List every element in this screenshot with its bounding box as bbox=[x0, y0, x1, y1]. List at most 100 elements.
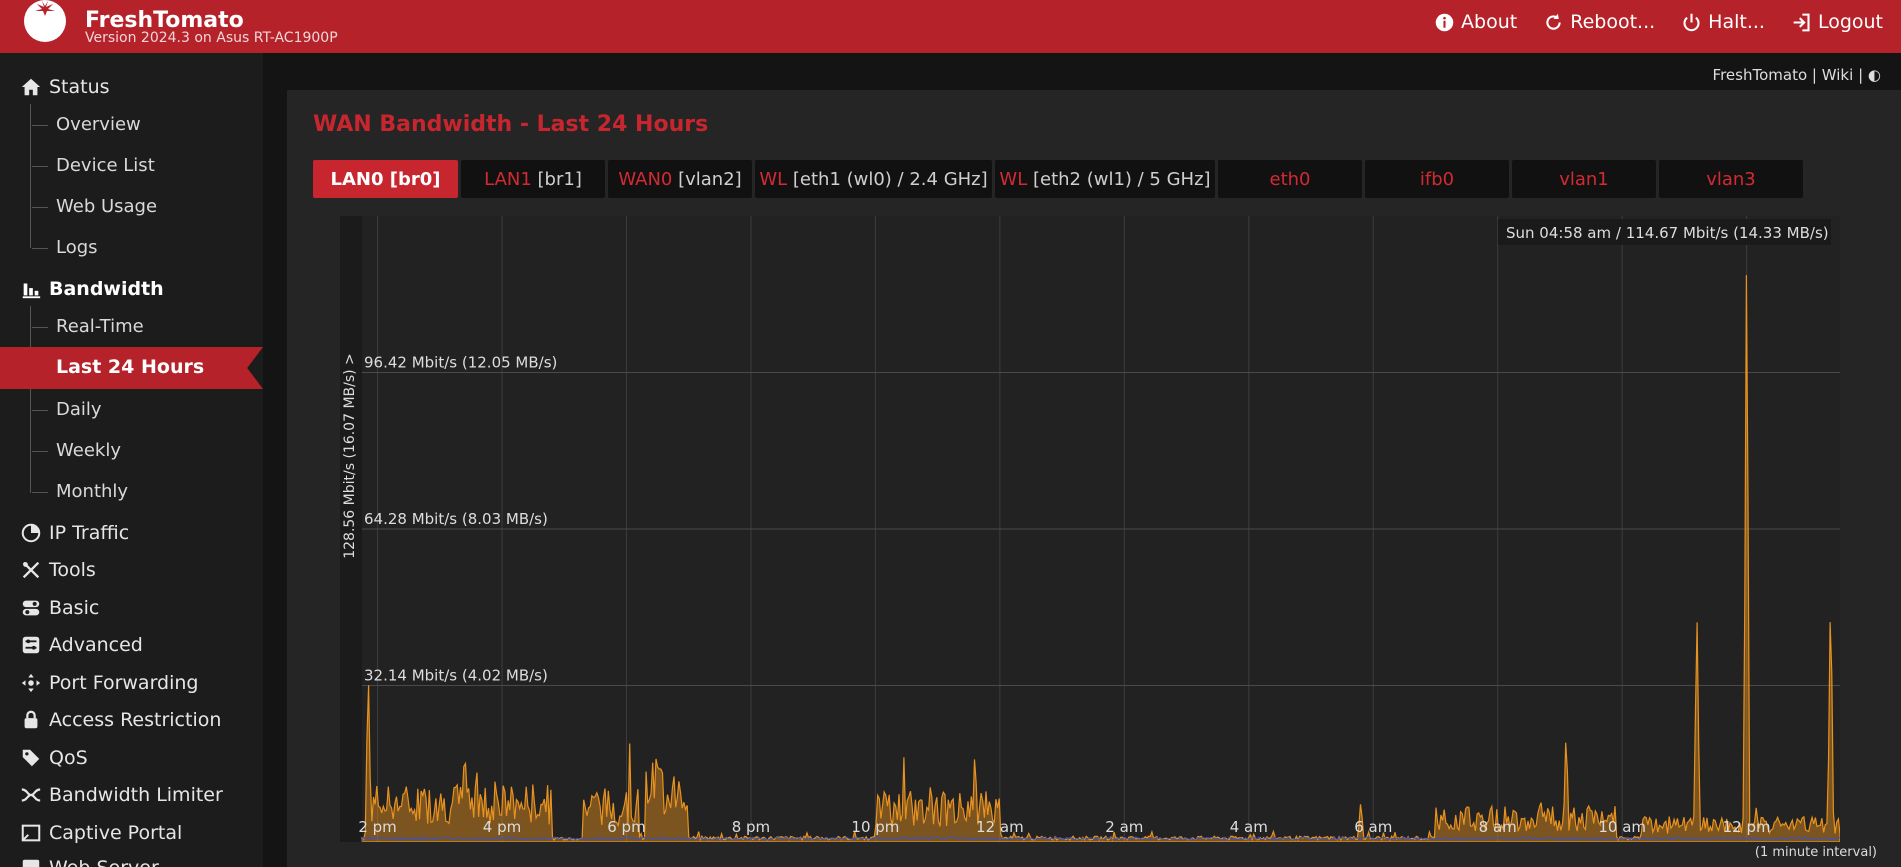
tab-lan0-detail: [br0] bbox=[383, 168, 441, 190]
sidebar-item-captive-portal[interactable]: Captive Portal bbox=[20, 822, 182, 844]
tab-eth0-name: eth0 bbox=[1269, 168, 1311, 190]
sidebar-item-access-restriction[interactable]: Access Restriction bbox=[20, 709, 221, 731]
tab-ifb0-name: ifb0 bbox=[1419, 168, 1455, 190]
bar-chart-icon bbox=[22, 283, 41, 299]
sidebar-label-web-server: Web Server bbox=[49, 857, 159, 867]
x-tick-label: 8 am bbox=[1479, 818, 1517, 836]
sidebar-item-status[interactable]: Status bbox=[20, 76, 110, 98]
about-label: About bbox=[1461, 11, 1518, 33]
app-version: Version 2024.3 on Asus RT-AC1900P bbox=[85, 30, 338, 46]
separator: | bbox=[1858, 66, 1864, 84]
sidebar-item-daily[interactable]: Daily bbox=[32, 399, 102, 420]
sidebar-item-real-time[interactable]: Real-Time bbox=[32, 316, 144, 337]
about-button[interactable]: About bbox=[1434, 11, 1517, 33]
home-icon bbox=[21, 78, 41, 96]
sidebar-item-device-list[interactable]: Device List bbox=[32, 155, 155, 176]
x-tick-label: 8 pm bbox=[732, 818, 770, 836]
portal-icon bbox=[21, 824, 41, 842]
tools-icon bbox=[22, 561, 40, 579]
tab-lan0[interactable]: LAN0 [br0] bbox=[313, 160, 458, 198]
sidebar-label-qos: QoS bbox=[49, 747, 88, 769]
sidebar-item-logs[interactable]: Logs bbox=[32, 237, 98, 258]
x-tick-label: 4 pm bbox=[483, 818, 521, 836]
sidebar-label-captive-portal: Captive Portal bbox=[49, 822, 183, 844]
y-axis-label: 128.56 Mbit/s (16.07 MB/s) > bbox=[342, 353, 358, 559]
tab-lan1-name: LAN1 bbox=[484, 168, 532, 190]
tab-ifb0[interactable]: ifb0 bbox=[1365, 160, 1509, 198]
logout-button[interactable]: Logout bbox=[1791, 11, 1883, 33]
limiter-icon bbox=[21, 788, 41, 802]
sidebar-item-web-usage[interactable]: Web Usage bbox=[31, 196, 157, 217]
freshtomato-link[interactable]: FreshTomato bbox=[1713, 66, 1808, 84]
sidebar-item-web-server[interactable]: Web Server bbox=[20, 857, 159, 867]
info-icon bbox=[1435, 13, 1454, 31]
tab-lan1[interactable]: LAN1 [br1] bbox=[461, 160, 605, 198]
x-tick-label: 12 pm bbox=[1723, 818, 1771, 836]
sidebar-item-basic[interactable]: Basic bbox=[20, 597, 99, 619]
sidebar-item-weekly[interactable]: Weekly bbox=[32, 440, 121, 461]
tab-eth0[interactable]: eth0 bbox=[1218, 160, 1362, 198]
halt-label: Halt... bbox=[1708, 11, 1765, 33]
tab-vlan3-name: vlan3 bbox=[1706, 168, 1756, 190]
x-tick-label: 10 pm bbox=[851, 818, 899, 836]
tree-line bbox=[30, 104, 31, 248]
x-tick-label: 6 am bbox=[1354, 818, 1392, 836]
top-links: FreshTomato | Wiki | ◐ bbox=[1713, 66, 1881, 84]
sidebar-label-ip-traffic: IP Traffic bbox=[49, 522, 130, 544]
tab-vlan1[interactable]: vlan1 bbox=[1512, 160, 1656, 198]
sidebar-item-port-forwarding[interactable]: Port Forwarding bbox=[20, 672, 199, 694]
x-tick-label: 12 am bbox=[976, 818, 1024, 836]
reboot-label: Reboot... bbox=[1570, 11, 1656, 33]
tab-wl-eth2[interactable]: WL [eth2 (wl1) / 5 GHz] bbox=[995, 160, 1215, 198]
sidebar-item-advanced[interactable]: Advanced bbox=[20, 634, 143, 656]
sidebar-item-bandwidth-limiter[interactable]: Bandwidth Limiter bbox=[20, 784, 223, 806]
sidebar-item-monthly[interactable]: Monthly bbox=[31, 481, 128, 502]
x-tick-label: 4 am bbox=[1230, 818, 1268, 836]
pie-chart-icon bbox=[21, 523, 41, 543]
x-tick-label: 2 am bbox=[1105, 818, 1143, 836]
sidebar-item-tools[interactable]: Tools bbox=[20, 559, 96, 581]
y-gridline-label: 32.14 Mbit/s (4.02 MB/s) bbox=[364, 667, 548, 685]
sidebar-label-bandwidth: Bandwidth bbox=[49, 278, 164, 300]
page-title: WAN Bandwidth - Last 24 Hours bbox=[313, 112, 709, 137]
theme-toggle-icon[interactable]: ◐ bbox=[1868, 66, 1881, 84]
sidebar-label-tools: Tools bbox=[49, 559, 96, 581]
power-icon bbox=[1683, 13, 1700, 31]
tab-wl-eth1-name: WL bbox=[759, 168, 788, 190]
tag-icon bbox=[22, 749, 40, 767]
hover-tooltip: Sun 04:58 am / 114.67 Mbit/s (14.33 MB/s… bbox=[1498, 219, 1831, 245]
interface-tabs: LAN0 [br0] LAN1 [br1] WAN0 [vlan2] WL [e… bbox=[313, 160, 1803, 198]
tab-lan1-detail: [br1] bbox=[531, 168, 582, 190]
tab-lan0-name: LAN0 bbox=[330, 168, 384, 190]
sliders-icon bbox=[22, 636, 40, 654]
sidebar-item-ip-traffic[interactable]: IP Traffic bbox=[20, 522, 129, 544]
hover-tooltip-text: Sun 04:58 am / 114.67 Mbit/s (14.33 MB/s… bbox=[1506, 224, 1829, 242]
tab-wan0-name: WAN0 bbox=[618, 168, 673, 190]
sidebar-label-last-24-hours: Last 24 Hours bbox=[56, 356, 205, 378]
sidebar-item-overview[interactable]: Overview bbox=[32, 114, 141, 135]
top-navigation: About Reboot... Halt... Logout bbox=[1434, 9, 1883, 35]
interval-note: (1 minute interval) bbox=[1754, 845, 1877, 860]
separator: | bbox=[1811, 66, 1817, 84]
tab-wan0[interactable]: WAN0 [vlan2] bbox=[608, 160, 752, 198]
tab-wl-eth2-detail: [eth2 (wl1) / 5 GHz] bbox=[1027, 168, 1211, 190]
sidebar-label-port-forwarding: Port Forwarding bbox=[49, 672, 199, 694]
halt-button[interactable]: Halt... bbox=[1681, 11, 1765, 33]
reboot-button[interactable]: Reboot... bbox=[1543, 11, 1655, 33]
sidebar-label-access-restriction: Access Restriction bbox=[49, 709, 222, 731]
toggles-icon bbox=[22, 600, 40, 616]
y-gridline-label: 96.42 Mbit/s (12.05 MB/s) bbox=[364, 354, 557, 372]
sidebar-item-last-24-hours[interactable]: Last 24 Hours bbox=[0, 347, 263, 389]
sidebar-label-basic: Basic bbox=[49, 597, 100, 619]
sidebar-item-bandwidth[interactable]: Bandwidth bbox=[20, 278, 164, 300]
tab-vlan3[interactable]: vlan3 bbox=[1659, 160, 1803, 198]
x-tick-label: 2 pm bbox=[358, 818, 396, 836]
tree-line bbox=[30, 306, 31, 493]
sidebar-item-qos[interactable]: QoS bbox=[20, 747, 88, 769]
tab-wl-eth1[interactable]: WL [eth1 (wl0) / 2.4 GHz] bbox=[755, 160, 992, 198]
server-icon bbox=[22, 859, 40, 867]
network-icon bbox=[21, 673, 41, 693]
wiki-link[interactable]: Wiki bbox=[1822, 66, 1854, 84]
bandwidth-chart[interactable]: 2 pm 4 pm 6 pm 8 pm 10 pm 12 am 2 am 4 am 6 am 8 … bbox=[340, 216, 1840, 842]
tomato-logo-icon[interactable] bbox=[20, 0, 70, 44]
